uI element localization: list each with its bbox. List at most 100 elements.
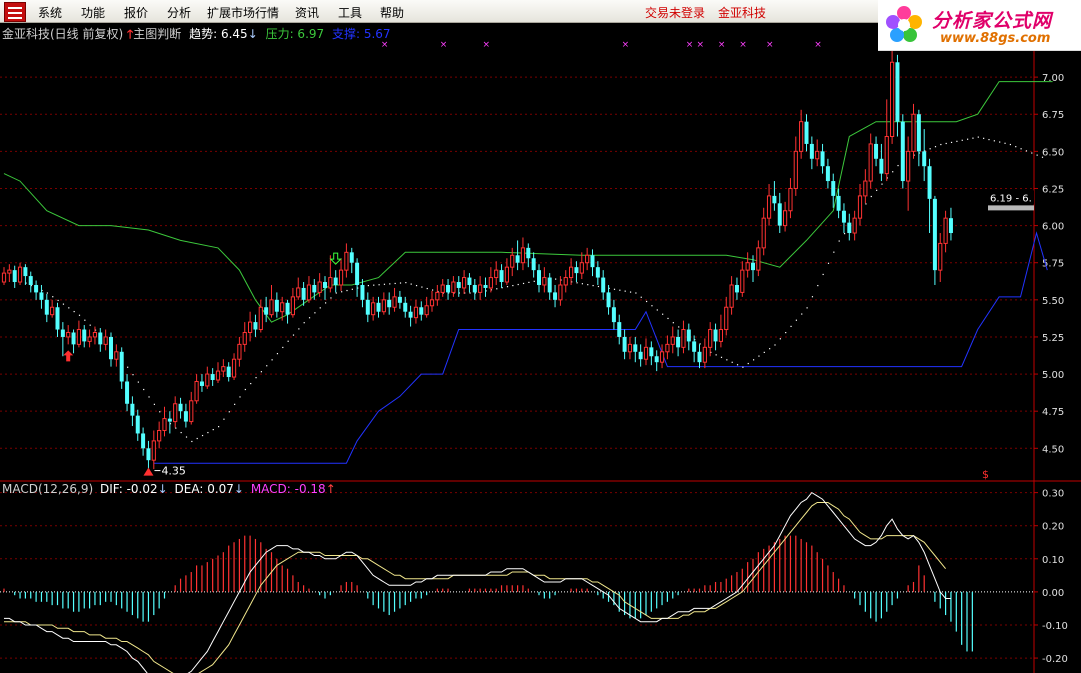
candle-body-down	[590, 255, 595, 268]
trend-dot	[967, 138, 969, 140]
trend-dot	[662, 313, 664, 315]
candle-body-down	[12, 270, 17, 283]
trend-dot	[148, 396, 150, 398]
candle-body-up	[371, 302, 376, 316]
trend-dot	[961, 139, 963, 141]
macd-value: MACD: -0.18	[250, 482, 326, 496]
candle-body-down	[355, 262, 360, 285]
candle-body-down	[777, 203, 782, 226]
trend-dot	[137, 381, 139, 383]
pressure-line	[3, 81, 1053, 323]
trend-dot	[159, 411, 161, 413]
signal-x-marker: ×	[718, 40, 726, 50]
candle-body-down	[446, 284, 451, 293]
candle-body-down	[841, 210, 846, 223]
candle-body-up	[585, 254, 590, 264]
trend-dot	[672, 322, 674, 324]
candle-body-down	[879, 158, 884, 174]
candle-body-down	[183, 411, 188, 422]
dif-line	[4, 491, 951, 673]
trend-dot	[993, 140, 995, 142]
candle-body-up	[766, 195, 772, 219]
candle-body-down	[109, 336, 113, 360]
trend-dot	[581, 283, 583, 285]
trend-dot	[795, 319, 797, 321]
trend-dot	[1020, 148, 1022, 150]
chart-canvas[interactable]: 7.006.756.506.256.005.755.505.255.004.75…	[0, 0, 1081, 673]
trend-dot	[228, 411, 230, 413]
candle-body-down	[553, 292, 558, 300]
trend-dot	[223, 418, 225, 420]
trend-dot	[271, 359, 273, 361]
candle-body-down	[226, 366, 231, 378]
trend-dot	[244, 388, 246, 391]
candle-body-down	[595, 267, 600, 278]
trend-dot	[378, 284, 380, 286]
candle-body-up	[413, 306, 419, 319]
candle-body-down	[515, 255, 520, 263]
price-tick-label: 4.50	[1042, 444, 1064, 455]
candle-body-up	[87, 336, 92, 342]
candle-body-up	[884, 136, 889, 175]
trend-dot	[833, 251, 835, 253]
candle-body-up	[868, 143, 873, 182]
trend-dot	[533, 280, 535, 282]
candle-body-down	[751, 262, 755, 271]
candle-body-up	[890, 61, 895, 138]
trend-dot	[774, 344, 776, 346]
trend-dot	[715, 354, 717, 356]
price-tick-label: 6.00	[1042, 222, 1064, 233]
trend-dot	[314, 312, 316, 314]
support-line	[153, 231, 1048, 464]
trend-dot	[57, 299, 59, 302]
candle-body-down	[323, 282, 327, 288]
candle-body-up	[290, 296, 295, 316]
trend-dot	[180, 431, 182, 434]
candle-body-down	[60, 329, 65, 337]
trend-dot	[1015, 146, 1017, 148]
candle-body-down	[472, 284, 477, 293]
trend-dot	[46, 292, 48, 294]
candle-body-up	[756, 247, 761, 271]
macd-legend: MACD(12,26,9) DIF: -0.02↓ DEA: 0.07↓ MAC…	[2, 482, 336, 496]
candle-body-down	[285, 302, 290, 315]
trend-dot	[731, 361, 733, 363]
trend-dot	[929, 148, 931, 150]
candle-body-up	[381, 299, 386, 313]
trend-dot	[78, 314, 81, 316]
trend-dot	[635, 292, 637, 294]
candle-body-down	[55, 307, 60, 330]
trend-dot	[367, 284, 369, 287]
trend-dot	[753, 359, 755, 361]
trend-dot	[185, 436, 188, 438]
trend-dot	[897, 164, 899, 167]
trend-dot	[678, 326, 680, 328]
candle-body-down	[622, 336, 627, 352]
candle-body-up	[205, 373, 210, 387]
candle-body-up	[761, 217, 766, 249]
candle-body-up	[729, 284, 734, 308]
candle-body-down	[349, 252, 354, 263]
candle-body-up	[718, 329, 723, 342]
candle-body-up	[863, 180, 868, 197]
candle-body-up	[269, 299, 274, 316]
candle-body-up	[627, 343, 633, 353]
candle-body-down	[146, 448, 151, 461]
last-price-label: 6.19 - 6.	[990, 193, 1032, 204]
candle-body-up	[659, 351, 665, 363]
trend-dot	[988, 138, 990, 141]
candle-body-up	[451, 281, 456, 293]
trend-dot	[132, 374, 134, 376]
price-tick-label: 6.75	[1042, 110, 1064, 121]
candle-body-up	[189, 400, 194, 423]
candle-body-up	[857, 195, 863, 219]
low-point-label: 4.35	[161, 465, 186, 478]
candle-body-down	[397, 296, 402, 303]
candle-body-down	[874, 143, 879, 159]
trend-dot	[506, 286, 509, 288]
candle-body-up	[392, 296, 397, 308]
candle-body-up	[938, 242, 943, 271]
trend-dot	[629, 291, 632, 293]
candle-body-down	[135, 415, 140, 434]
candle-body-down	[376, 302, 381, 312]
